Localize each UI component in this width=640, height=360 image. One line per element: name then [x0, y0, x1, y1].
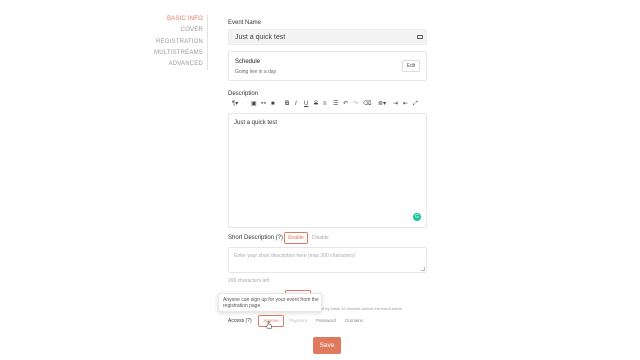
- video-icon[interactable]: ■: [271, 100, 275, 108]
- align-icon[interactable]: ≣▾: [378, 100, 386, 108]
- schedule-title: Schedule: [235, 59, 261, 65]
- paragraph-icon[interactable]: ¶▾: [232, 100, 238, 108]
- clear-format-icon[interactable]: ⌫: [363, 100, 371, 108]
- description-label: Description: [228, 91, 259, 97]
- bullet-list-icon[interactable]: ☰: [333, 100, 338, 108]
- description-content: Just a quick test: [234, 120, 278, 126]
- access-label: Access (?): [228, 318, 252, 324]
- sidebar-item-basic-info[interactable]: BASIC INFO: [120, 14, 207, 25]
- sidebar-item-advanced[interactable]: ADVANCED: [120, 59, 207, 70]
- undo-icon[interactable]: ↶: [343, 100, 348, 108]
- underline-icon[interactable]: U: [304, 100, 308, 108]
- reminder-text: al by email 10 minutes before the event …: [321, 306, 403, 311]
- strikethrough-icon[interactable]: S: [314, 100, 318, 108]
- outdent-icon[interactable]: ⇤: [403, 100, 408, 108]
- event-name-input[interactable]: Just a quick test: [228, 29, 427, 45]
- save-button[interactable]: Save: [313, 337, 341, 354]
- bold-icon[interactable]: B: [285, 100, 289, 108]
- schedule-edit-button[interactable]: Edit: [402, 60, 420, 72]
- hand-cursor-icon: [266, 321, 272, 329]
- grammarly-icon[interactable]: G: [413, 213, 421, 221]
- schedule-status: Going live in a day: [235, 69, 277, 75]
- short-description-input[interactable]: Enter your short description here (max 2…: [228, 247, 427, 273]
- image-icon[interactable]: ▣: [251, 100, 257, 108]
- access-option-password[interactable]: Password: [314, 315, 338, 327]
- event-name-label: Event Name: [228, 20, 262, 26]
- card-icon: [417, 35, 423, 39]
- redo-icon[interactable]: ↷: [353, 100, 358, 108]
- description-editor[interactable]: Just a quick test G: [228, 113, 427, 228]
- sidebar-item-registration[interactable]: REGISTRATION: [120, 37, 207, 48]
- link-icon[interactable]: ⚯: [261, 100, 266, 108]
- access-tooltip: Anyone can sign up for your event from t…: [218, 293, 322, 312]
- schedule-card: Schedule Going live in a day Edit: [228, 51, 427, 81]
- event-name-value: Just a quick test: [235, 34, 286, 41]
- italic-icon[interactable]: I: [295, 100, 297, 108]
- characters-left: 200 characters left: [228, 278, 270, 284]
- resize-handle[interactable]: [421, 267, 425, 271]
- editor-toolbar: ¶▾ ▣ ⚯ ■ B I U S ≡ ☰ ↶ ↷ ⌫ ≣▾ ⇥ ⇤ ⤢: [228, 100, 427, 108]
- short-description-disable-button[interactable]: Disable: [312, 232, 329, 244]
- sidebar-item-cover[interactable]: COVER: [120, 25, 207, 36]
- indent-icon[interactable]: ⇥: [393, 100, 398, 108]
- short-description-label: Short Description (?): [228, 235, 284, 241]
- ordered-list-icon[interactable]: ≡: [323, 100, 327, 108]
- fullscreen-icon[interactable]: ⤢: [413, 100, 418, 108]
- tooltip-text: Anyone can sign up for your event from t…: [223, 297, 319, 309]
- sidebar-nav: BASIC INFO COVER REGISTRATION MULTISTREA…: [120, 14, 208, 71]
- access-option-domains[interactable]: Domains: [343, 315, 365, 327]
- sidebar-item-multistreams[interactable]: MULTISTREAMS: [120, 48, 207, 59]
- access-option-payment[interactable]: Payment: [287, 315, 309, 327]
- short-description-enable-button[interactable]: Enable: [284, 232, 308, 244]
- short-description-placeholder: Enter your short description here (max 2…: [234, 253, 356, 259]
